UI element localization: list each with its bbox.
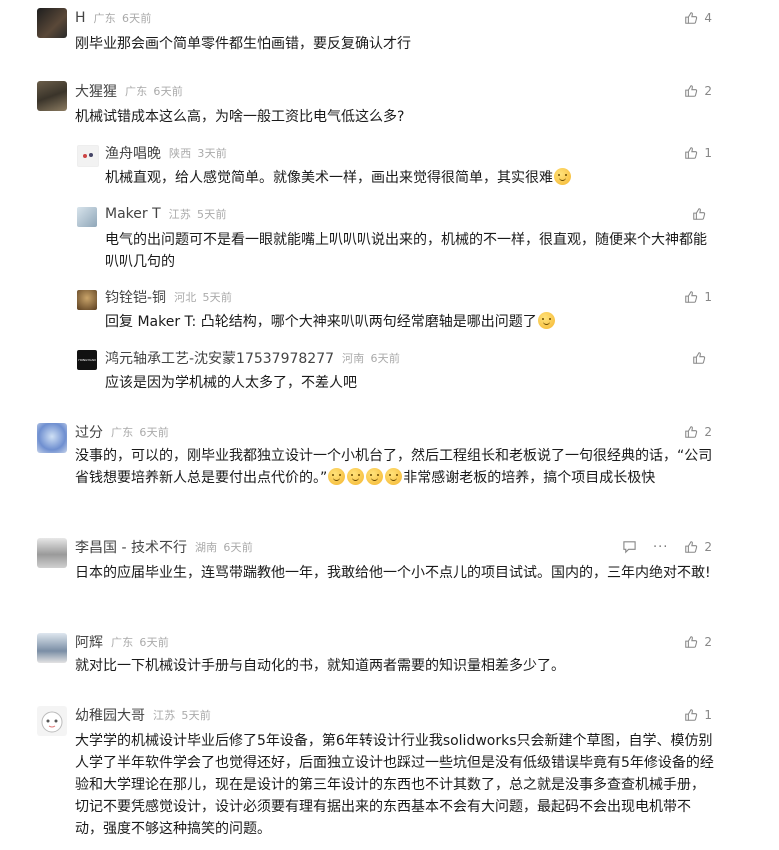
like-count: 2 (704, 540, 712, 554)
comment-region: 广东 (93, 12, 116, 25)
like-button[interactable]: 2 (684, 425, 712, 439)
comment-text: 没事的，可以的，刚毕业我都独立设计一个小机台了，然后工程组长和老板说了一句很经典… (75, 448, 713, 486)
thumbs-up-icon (692, 351, 706, 365)
comment-region: 江苏 (153, 709, 176, 722)
reply-text: 电气的出问题可不是看一眼就能嘴上叭叭叭说出来的，机械的不一样，很直观，随便来个大… (105, 232, 707, 270)
avatar[interactable] (77, 207, 97, 227)
reply-region: 陕西 (169, 147, 192, 160)
avatar[interactable] (37, 423, 67, 453)
like-button[interactable] (692, 207, 712, 221)
comment-time: 5天前 (181, 709, 212, 722)
avatar[interactable] (37, 538, 67, 568)
comment-text: 刚毕业那会画个简单零件都生怕画错，要反复确认才行 (75, 36, 411, 52)
avatar[interactable] (37, 706, 67, 736)
thumbs-up-icon (684, 425, 698, 439)
like-count: 1 (704, 146, 712, 160)
avatar-logo-text: HONGYUAN (78, 358, 96, 362)
comment-author[interactable]: 过分 (75, 422, 103, 442)
comment-region: 广东 (111, 426, 134, 439)
avatar[interactable]: HONGYUAN (77, 350, 97, 370)
like-button[interactable]: 1 (684, 708, 712, 722)
like-count: 1 (704, 708, 712, 722)
comment-icon[interactable] (622, 540, 637, 554)
thumbs-up-icon (684, 540, 698, 554)
reply-author[interactable]: Maker T (105, 206, 161, 222)
reply-region: 河北 (174, 291, 197, 304)
comment-author[interactable]: H (75, 10, 86, 26)
reply-text: 回复 Maker T: 凸轮结构，哪个大神来叭叭两句经常磨轴是哪出问题了 (105, 311, 715, 333)
reply-author[interactable]: 钧铨铠-铜 (105, 287, 166, 307)
comment-author[interactable]: 幼稚园大哥 (75, 705, 145, 725)
thumbs-up-icon (684, 11, 698, 25)
comment-author[interactable]: 大猩猩 (75, 81, 117, 101)
smile-emoji-icon (554, 168, 571, 185)
reply-region: 江苏 (168, 208, 192, 221)
like-button[interactable]: 2 (684, 635, 712, 649)
smile-emoji-icon (385, 468, 403, 485)
thumbs-up-icon (684, 146, 698, 160)
comment-author[interactable]: 李昌国 - 技术不行 (75, 537, 187, 557)
like-button[interactable]: 1 (684, 290, 712, 304)
reply-time: 3天前 (197, 147, 228, 160)
like-button[interactable]: 4 (684, 11, 712, 25)
like-count: 4 (704, 11, 712, 25)
reply-time: 6天前 (370, 352, 401, 365)
like-count: 2 (704, 84, 712, 98)
like-count: 2 (704, 425, 712, 439)
comment-region: 湖南 (194, 541, 218, 554)
thumbs-up-icon (684, 290, 698, 304)
reply-text: 应该是因为学机械的人太多了，不差人吧 (105, 375, 357, 391)
avatar[interactable] (77, 145, 99, 167)
comment-time: 6天前 (121, 12, 152, 25)
like-count: 2 (704, 635, 712, 649)
avatar[interactable] (37, 633, 67, 663)
comment-text: 机械试错成本这么高，为啥一般工资比电气低这么多? (75, 109, 405, 125)
thumbs-up-icon (684, 708, 698, 722)
comment-author[interactable]: 阿辉 (75, 632, 103, 652)
thumbs-up-icon (684, 635, 698, 649)
like-button[interactable]: 2 (684, 540, 712, 554)
comment-time: 6天前 (139, 426, 170, 439)
avatar[interactable] (37, 81, 67, 111)
comment-time: 6天前 (223, 541, 253, 554)
grin-emoji-icon (537, 312, 555, 329)
thumbs-up-icon (684, 84, 698, 98)
avatar[interactable] (37, 8, 67, 38)
smile-emoji-icon (328, 468, 346, 485)
reply-region: 河南 (342, 352, 365, 365)
avatar[interactable] (77, 290, 97, 310)
comment-region: 广东 (125, 85, 148, 98)
like-button[interactable]: 2 (684, 84, 712, 98)
comment-text: 日本的应届毕业生，连骂带踹教他一年，我敢给他一个小不点儿的项目试试。国内的，三年… (75, 565, 711, 581)
reply-author[interactable]: 渔舟唱晚 (105, 143, 161, 163)
like-count: 1 (704, 290, 712, 304)
comment-text: 大学学的机械设计毕业后修了5年设备，第6年转设计行业我solidworks只会新… (75, 733, 714, 837)
reply-time: 5天前 (197, 208, 227, 221)
smile-emoji-icon (366, 468, 384, 485)
reply-author[interactable]: 鸿元轴承工艺-沈安蒙17537978277 (105, 348, 334, 368)
like-button[interactable] (692, 351, 712, 365)
smile-emoji-icon (347, 468, 365, 485)
comment-text: 就对比一下机械设计手册与自动化的书，就知道两者需要的知识量相差多少了。 (75, 658, 565, 674)
comment-time: 6天前 (139, 636, 170, 649)
comment-time: 6天前 (153, 85, 184, 98)
more-icon[interactable]: ··· (653, 540, 668, 555)
comment-region: 广东 (111, 636, 134, 649)
reply-time: 5天前 (202, 291, 233, 304)
thumbs-up-icon (692, 207, 706, 221)
like-button[interactable]: 1 (684, 146, 712, 160)
reply-text: 机械直观，给人感觉简单。就像美术一样，画出来觉得很简单，其实很难 (105, 167, 715, 189)
